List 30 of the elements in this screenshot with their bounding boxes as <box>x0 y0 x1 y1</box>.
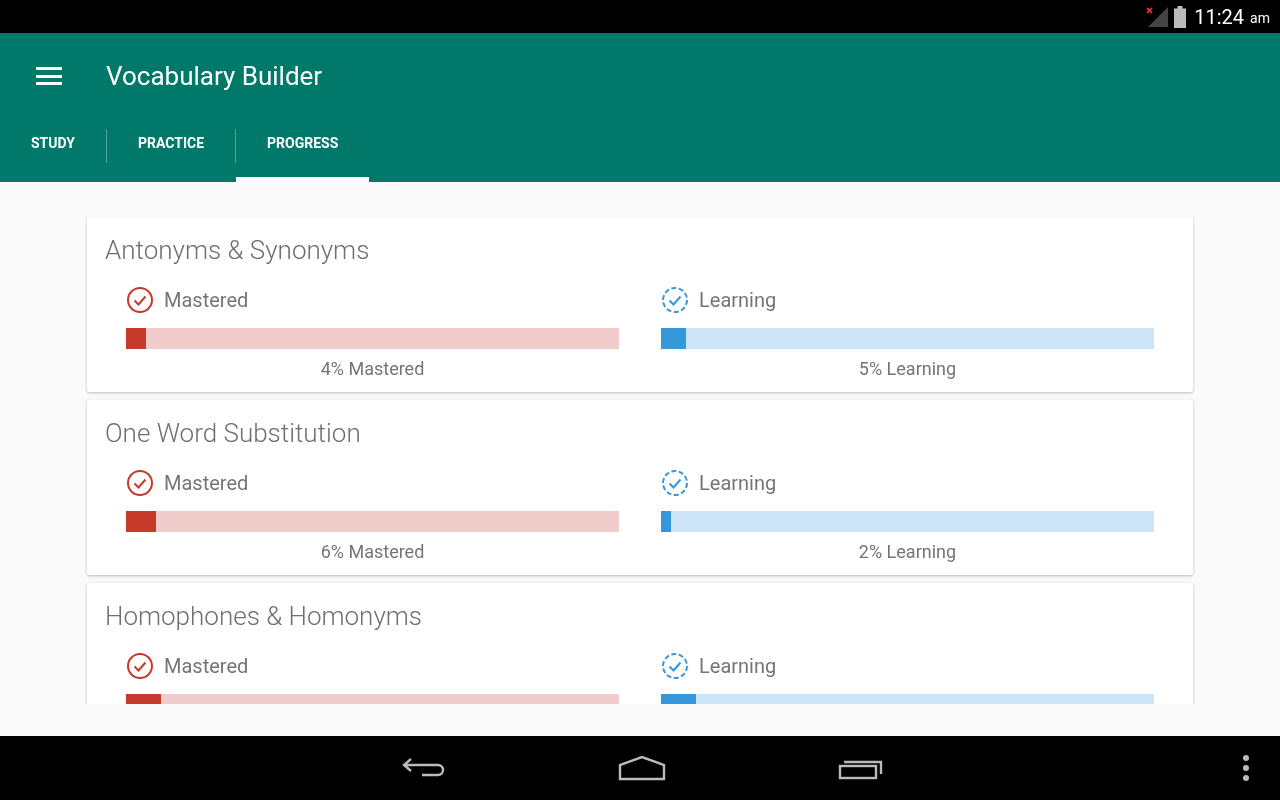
stat-label: Mastered <box>164 470 249 497</box>
topic-title: One Word Substitution <box>105 417 361 450</box>
stat-label: Mastered <box>164 287 249 314</box>
dashed-check-circle-icon <box>661 469 689 497</box>
menu-icon[interactable] <box>36 66 62 86</box>
stat-reading: 6% Mastered <box>320 540 425 564</box>
topic-title: Antonyms & Synonyms <box>105 234 370 267</box>
stat-reading: 2% Learning <box>858 540 957 564</box>
tab[interactable]: PRACTICE <box>107 119 236 182</box>
stat-label: Learning <box>699 653 777 680</box>
stat-reading: 5% Learning <box>858 357 957 381</box>
tab[interactable]: STUDY <box>0 119 106 182</box>
more-options-icon[interactable] <box>1242 755 1250 781</box>
clock-period: am <box>1250 9 1270 28</box>
check-circle-icon <box>126 652 154 680</box>
stat-label: Mastered <box>164 653 249 680</box>
tab[interactable]: PROGRESS <box>236 119 370 182</box>
dashed-check-circle-icon <box>661 286 689 314</box>
clock: 11:24 <box>1194 3 1245 31</box>
stat-label: Learning <box>699 287 777 314</box>
app-title: Vocabulary Builder <box>106 59 323 93</box>
dashed-check-circle-icon <box>661 652 689 680</box>
stat-reading: 4% Mastered <box>320 357 425 381</box>
check-circle-icon <box>126 286 154 314</box>
check-circle-icon <box>126 469 154 497</box>
home-icon[interactable] <box>618 755 666 781</box>
stat-label: Learning <box>699 470 777 497</box>
battery-icon <box>1174 5 1187 28</box>
no-signal-icon <box>1146 5 1169 28</box>
topic-title: Homophones & Homonyms <box>105 600 422 633</box>
